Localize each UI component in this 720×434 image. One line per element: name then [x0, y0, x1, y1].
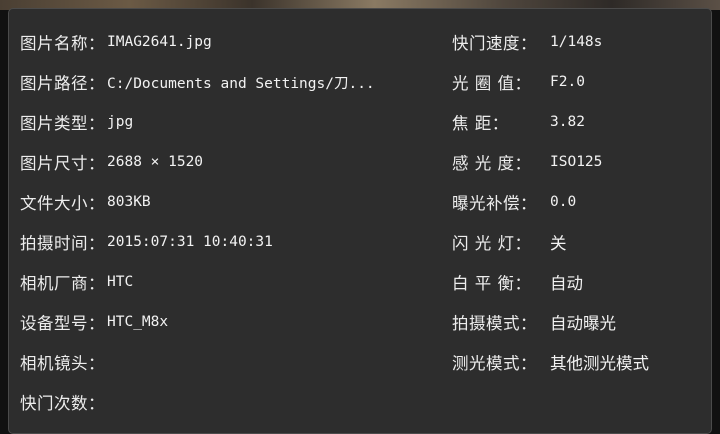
- file-info-column: 图片名称： IMAG2641.jpg 图片路径： C:/Documents an…: [20, 22, 440, 422]
- field-label: 闪 光 灯：: [452, 234, 532, 253]
- field-label: 相机镜头：: [20, 354, 105, 373]
- field-image-path: 图片路径： C:/Documents and Settings/刀...: [20, 62, 440, 102]
- field-shooting-mode: 拍摄模式： 自动曝光: [452, 302, 707, 342]
- field-value: IMAG2641.jpg: [107, 34, 212, 50]
- field-aperture: 光 圈 值： F2.0: [452, 62, 707, 102]
- field-label: 图片类型：: [20, 114, 105, 133]
- field-label: 测光模式：: [452, 354, 537, 373]
- field-label: 白 平 衡：: [452, 274, 532, 293]
- field-value: 2688 × 1520: [107, 154, 204, 170]
- field-label: 焦 距：: [452, 114, 509, 133]
- field-file-size: 文件大小： 803KB: [20, 182, 440, 222]
- field-label: 拍摄模式：: [452, 314, 537, 333]
- field-shutter-count: 快门次数：: [20, 382, 440, 422]
- field-value: 1/148s: [550, 34, 603, 50]
- field-flash: 闪 光 灯： 关: [452, 222, 707, 262]
- field-value: 2015:07:31 10:40:31: [107, 234, 273, 250]
- field-value: 自动曝光: [550, 314, 616, 333]
- field-label: 图片名称：: [20, 34, 105, 53]
- field-label: 拍摄时间：: [20, 234, 105, 253]
- field-label: 文件大小：: [20, 194, 105, 213]
- field-value: 803KB: [107, 194, 151, 210]
- field-label: 图片路径：: [20, 74, 105, 93]
- field-exposure-compensation: 曝光补偿： 0.0: [452, 182, 707, 222]
- image-info-panel: 图片名称： IMAG2641.jpg 图片路径： C:/Documents an…: [8, 8, 712, 434]
- field-label: 相机厂商：: [20, 274, 105, 293]
- field-iso: 感 光 度： ISO125: [452, 142, 707, 182]
- field-value: 0.0: [550, 194, 577, 210]
- field-device-model: 设备型号： HTC_M8x: [20, 302, 440, 342]
- field-image-type: 图片类型： jpg: [20, 102, 440, 142]
- field-value: jpg: [107, 114, 134, 130]
- field-value: 3.82: [550, 114, 585, 130]
- field-image-dimensions: 图片尺寸： 2688 × 1520: [20, 142, 440, 182]
- field-value: ISO125: [550, 154, 603, 170]
- field-value: HTC_M8x: [107, 314, 169, 330]
- field-label: 感 光 度：: [452, 154, 532, 173]
- field-capture-time: 拍摄时间： 2015:07:31 10:40:31: [20, 222, 440, 262]
- field-value: 其他测光模式: [550, 354, 649, 373]
- field-value: HTC: [107, 274, 134, 290]
- field-value: 自动: [550, 274, 583, 293]
- field-image-name: 图片名称： IMAG2641.jpg: [20, 22, 440, 62]
- field-label: 快门速度：: [452, 34, 537, 53]
- field-label: 设备型号：: [20, 314, 105, 333]
- field-shutter-speed: 快门速度： 1/148s: [452, 22, 707, 62]
- field-camera-lens: 相机镜头：: [20, 342, 440, 382]
- exposure-info-column: 快门速度： 1/148s 光 圈 值： F2.0 焦 距： 3.82 感 光 度…: [452, 22, 707, 382]
- field-focal-length: 焦 距： 3.82: [452, 102, 707, 142]
- field-white-balance: 白 平 衡： 自动: [452, 262, 707, 302]
- field-label: 图片尺寸：: [20, 154, 105, 173]
- field-label: 光 圈 值：: [452, 74, 532, 93]
- field-metering-mode: 测光模式： 其他测光模式: [452, 342, 707, 382]
- field-value: F2.0: [550, 74, 585, 90]
- field-value: C:/Documents and Settings/刀...: [107, 75, 375, 92]
- field-camera-maker: 相机厂商： HTC: [20, 262, 440, 302]
- field-label: 曝光补偿：: [452, 194, 537, 213]
- field-value: 关: [550, 234, 567, 253]
- field-label: 快门次数：: [20, 394, 105, 413]
